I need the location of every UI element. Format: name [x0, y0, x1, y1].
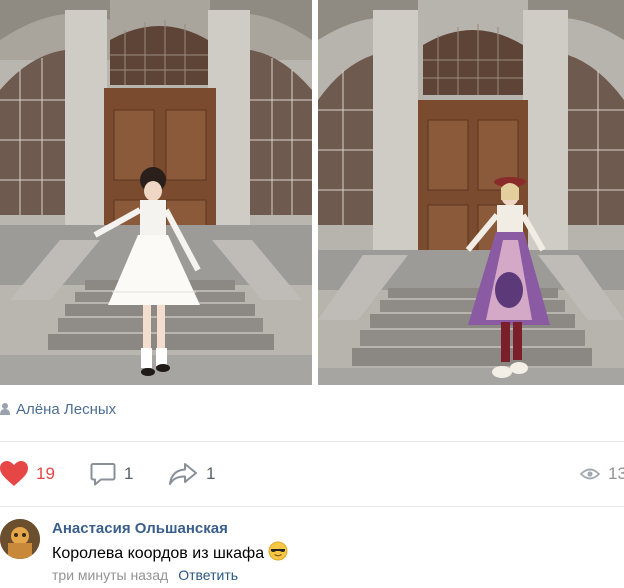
post-author-name[interactable]: Алёна Лесных: [16, 401, 116, 418]
person-icon: [0, 403, 10, 415]
divider: [0, 506, 624, 507]
shares-count: 1: [206, 464, 216, 483]
photo-right[interactable]: [318, 0, 624, 385]
photo-left[interactable]: [0, 0, 312, 385]
comment-text-body: Королева коордов из шкафа: [52, 544, 265, 562]
reply-button[interactable]: Ответить: [178, 567, 238, 583]
heart-icon: [0, 461, 28, 487]
post-actions: 19 1 1 13: [0, 456, 624, 492]
comment-author[interactable]: Анастасия Ольшанская: [52, 520, 228, 537]
post-photos: [0, 0, 624, 385]
comments-count: 1: [124, 464, 134, 483]
post-author[interactable]: Алёна Лесных: [0, 398, 116, 420]
comment-time[interactable]: три минуты назад: [52, 567, 168, 583]
views-counter: 13: [580, 456, 624, 492]
comment-item: Анастасия Ольшанская Королева коордов из…: [0, 514, 624, 588]
comment-text: Королева коордов из шкафа: [52, 541, 288, 566]
comment-icon: [90, 461, 116, 487]
eye-icon: [580, 467, 600, 481]
avatar[interactable]: [0, 519, 40, 559]
sunglasses-emoji-icon: [268, 541, 288, 566]
like-button[interactable]: 19: [0, 456, 55, 492]
comment-meta: три минуты назад Ответить: [52, 567, 238, 583]
likes-count: 19: [36, 464, 55, 483]
views-count: 13: [608, 464, 624, 483]
share-button[interactable]: 1: [168, 456, 215, 492]
divider: [0, 441, 624, 442]
share-icon: [168, 461, 198, 487]
comment-button[interactable]: 1: [90, 456, 133, 492]
